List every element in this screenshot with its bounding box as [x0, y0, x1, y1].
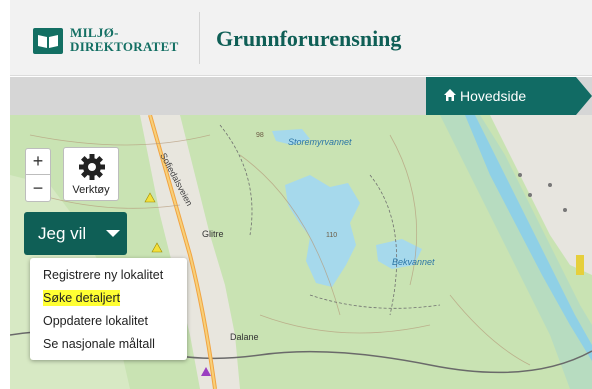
- gear-icon: [79, 154, 105, 180]
- breadcrumb-home-label: Hovedside: [460, 88, 527, 104]
- tools-button[interactable]: Verktøy: [63, 147, 119, 201]
- lake-label-storemyrvannet: Storemyrvannet: [288, 137, 352, 147]
- elevation-label-98: 98: [256, 132, 264, 139]
- logo-line2: DIREKTORATET: [70, 39, 179, 54]
- menu-item-label: Registrere ny lokalitet: [43, 268, 164, 282]
- menu-item-label: Søke detaljert: [43, 290, 121, 306]
- app-header: MILJØ- DIREKTORATET Grunnforurensning: [10, 0, 592, 76]
- logo-line1: MILJØ-: [70, 25, 119, 40]
- header-divider: [199, 12, 200, 64]
- menu-item-label: Se nasjonale måltall: [43, 337, 155, 351]
- lake-label-bekvannet: Bekvannet: [392, 257, 435, 267]
- jeg-vil-button[interactable]: Jeg vil: [24, 212, 127, 255]
- place-label-dalane: Dalane: [230, 332, 259, 342]
- miljodirektoratet-logo-icon[interactable]: [33, 28, 63, 54]
- map-view[interactable]: Sofiedalsveien Storemyrvannet Bekvannet …: [10, 115, 592, 389]
- zoom-in-button[interactable]: +: [26, 149, 50, 175]
- home-icon: [444, 89, 456, 101]
- menu-item-label: Oppdatere lokalitet: [43, 314, 148, 328]
- jeg-vil-label: Jeg vil: [38, 223, 87, 243]
- zoom-control: + −: [25, 148, 51, 202]
- breadcrumb: Hovedside: [10, 77, 592, 115]
- breadcrumb-home[interactable]: Hovedside: [426, 77, 592, 115]
- jeg-vil-menu: Registrere ny lokalitet Søke detaljert O…: [30, 258, 187, 360]
- menu-item-maltall[interactable]: Se nasjonale måltall: [30, 333, 187, 356]
- tools-label: Verktøy: [72, 184, 110, 196]
- caret-down-icon: [106, 230, 120, 237]
- app-title: Grunnforurensning: [216, 26, 402, 51]
- menu-item-oppdatere[interactable]: Oppdatere lokalitet: [30, 310, 187, 333]
- menu-item-soke-detaljert[interactable]: Søke detaljert: [30, 287, 187, 310]
- zoom-out-button[interactable]: −: [26, 175, 50, 201]
- logo-text[interactable]: MILJØ- DIREKTORATET: [70, 26, 179, 54]
- elevation-label-110: 110: [326, 232, 337, 239]
- place-label-glitre: Glitre: [202, 229, 224, 239]
- menu-item-registrere[interactable]: Registrere ny lokalitet: [30, 264, 187, 287]
